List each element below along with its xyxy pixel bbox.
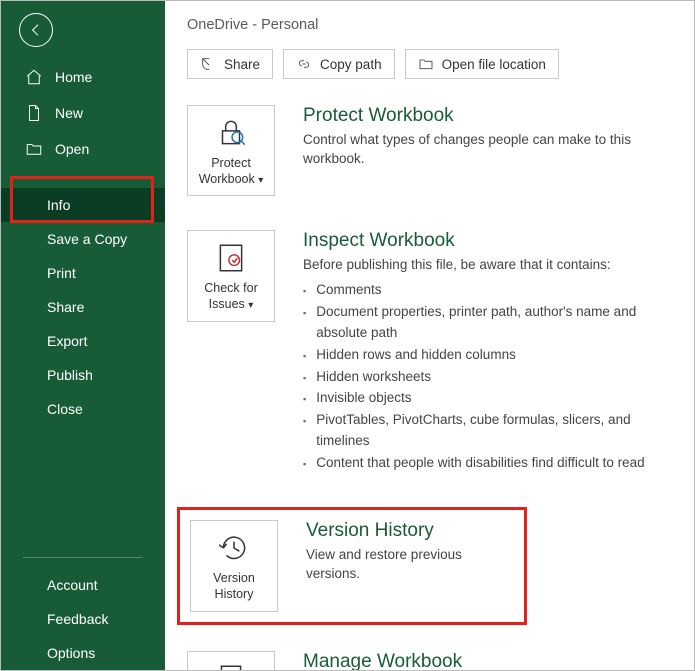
sidebar-item-label: Feedback [47, 611, 108, 627]
folder-icon [418, 56, 434, 72]
sidebar-spacer [1, 426, 165, 547]
check-for-issues-button[interactable]: Check for Issues ▾ [187, 230, 275, 321]
sidebar-item-label: Info [47, 197, 70, 213]
section-body: Inspect Workbook Before publishing this … [303, 230, 672, 473]
sidebar-item-label: Print [47, 265, 76, 281]
bullet-item: Hidden worksheets [303, 366, 672, 388]
sidebar-item-options[interactable]: Options [1, 636, 165, 670]
section-desc: Before publishing this file, be aware th… [303, 256, 672, 275]
link-icon [296, 56, 312, 72]
sidebar-divider [23, 177, 143, 178]
sidebar-item-account[interactable]: Account [1, 568, 165, 602]
main-content: OneDrive - Personal Share Copy path Open… [165, 1, 694, 670]
sidebar-item-label: Options [47, 645, 95, 661]
manage-icon [214, 662, 248, 670]
history-icon [217, 531, 251, 565]
sidebar-item-label: Open [55, 141, 89, 157]
arrow-left-icon [28, 22, 44, 38]
sidebar-item-close[interactable]: Close [1, 392, 165, 426]
sidebar-item-share[interactable]: Share [1, 290, 165, 324]
bullet-item: Document properties, printer path, autho… [303, 301, 672, 344]
inspect-icon [214, 241, 248, 275]
app-root: Home New Open Info Save a Copy Print Sha… [1, 1, 694, 670]
chevron-down-icon: ▾ [248, 300, 253, 311]
section-desc: View and restore previous versions. [306, 546, 514, 584]
bullet-item: Hidden rows and hidden columns [303, 344, 672, 366]
sidebar-item-new[interactable]: New [1, 95, 165, 131]
button-label: Open file location [442, 57, 546, 72]
inspect-bullets: Comments Document properties, printer pa… [303, 279, 672, 473]
share-icon [200, 56, 216, 72]
open-folder-icon [25, 140, 43, 158]
section-body: Version History View and restore previou… [306, 520, 514, 584]
manage-workbook-button[interactable]: Manage Workbook ▾ [187, 651, 275, 670]
bullet-item: PivotTables, PivotCharts, cube formulas,… [303, 409, 672, 452]
sidebar-item-label: Export [47, 333, 87, 349]
section-body: Manage Workbook There are no unsaved cha… [303, 651, 672, 670]
sidebar-item-label: Publish [47, 367, 93, 383]
backstage-sidebar: Home New Open Info Save a Copy Print Sha… [1, 1, 165, 670]
bullet-item: Content that people with disabilities fi… [303, 452, 672, 474]
section-title: Version History [306, 520, 514, 542]
section-title: Inspect Workbook [303, 230, 672, 252]
section-version-history: Version History Version History View and… [190, 520, 514, 611]
card-label: Version History [195, 571, 273, 602]
lock-icon [214, 116, 248, 150]
sidebar-item-label: New [55, 105, 83, 121]
copy-path-button[interactable]: Copy path [283, 49, 395, 79]
section-body: Protect Workbook Control what types of c… [303, 105, 672, 169]
button-label: Share [224, 57, 260, 72]
sidebar-item-label: Save a Copy [47, 231, 127, 247]
annotation-highlight-version-history: Version History Version History View and… [177, 507, 527, 624]
card-label: Protect Workbook [199, 156, 255, 186]
share-button[interactable]: Share [187, 49, 273, 79]
sidebar-item-label: Close [47, 401, 83, 417]
back-button[interactable] [19, 13, 53, 47]
open-file-location-button[interactable]: Open file location [405, 49, 559, 79]
protect-workbook-button[interactable]: Protect Workbook ▾ [187, 105, 275, 196]
sidebar-item-export[interactable]: Export [1, 324, 165, 358]
sidebar-item-publish[interactable]: Publish [1, 358, 165, 392]
chevron-down-icon: ▾ [258, 175, 263, 186]
sidebar-item-label: Share [47, 299, 84, 315]
home-icon [25, 68, 43, 86]
button-label: Copy path [320, 57, 382, 72]
version-history-button[interactable]: Version History [190, 520, 278, 611]
new-doc-icon [25, 104, 43, 122]
section-title: Protect Workbook [303, 105, 672, 127]
toolbar: Share Copy path Open file location [187, 49, 672, 79]
bullet-item: Invisible objects [303, 387, 672, 409]
section-protect: Protect Workbook ▾ Protect Workbook Cont… [187, 105, 672, 196]
section-inspect: Check for Issues ▾ Inspect Workbook Befo… [187, 230, 672, 473]
breadcrumb: OneDrive - Personal [187, 17, 672, 33]
sidebar-item-print[interactable]: Print [1, 256, 165, 290]
sidebar-divider [23, 557, 143, 558]
bullet-item: Comments [303, 279, 672, 301]
sidebar-item-label: Home [55, 69, 92, 85]
sidebar-item-save-copy[interactable]: Save a Copy [1, 222, 165, 256]
sidebar-item-home[interactable]: Home [1, 59, 165, 95]
sidebar-item-info[interactable]: Info [1, 188, 165, 222]
section-desc: Control what types of changes people can… [303, 131, 672, 169]
section-title: Manage Workbook [303, 651, 672, 670]
section-manage: Manage Workbook ▾ Manage Workbook There … [187, 651, 672, 670]
sidebar-item-open[interactable]: Open [1, 131, 165, 167]
sidebar-item-feedback[interactable]: Feedback [1, 602, 165, 636]
sidebar-item-label: Account [47, 577, 98, 593]
